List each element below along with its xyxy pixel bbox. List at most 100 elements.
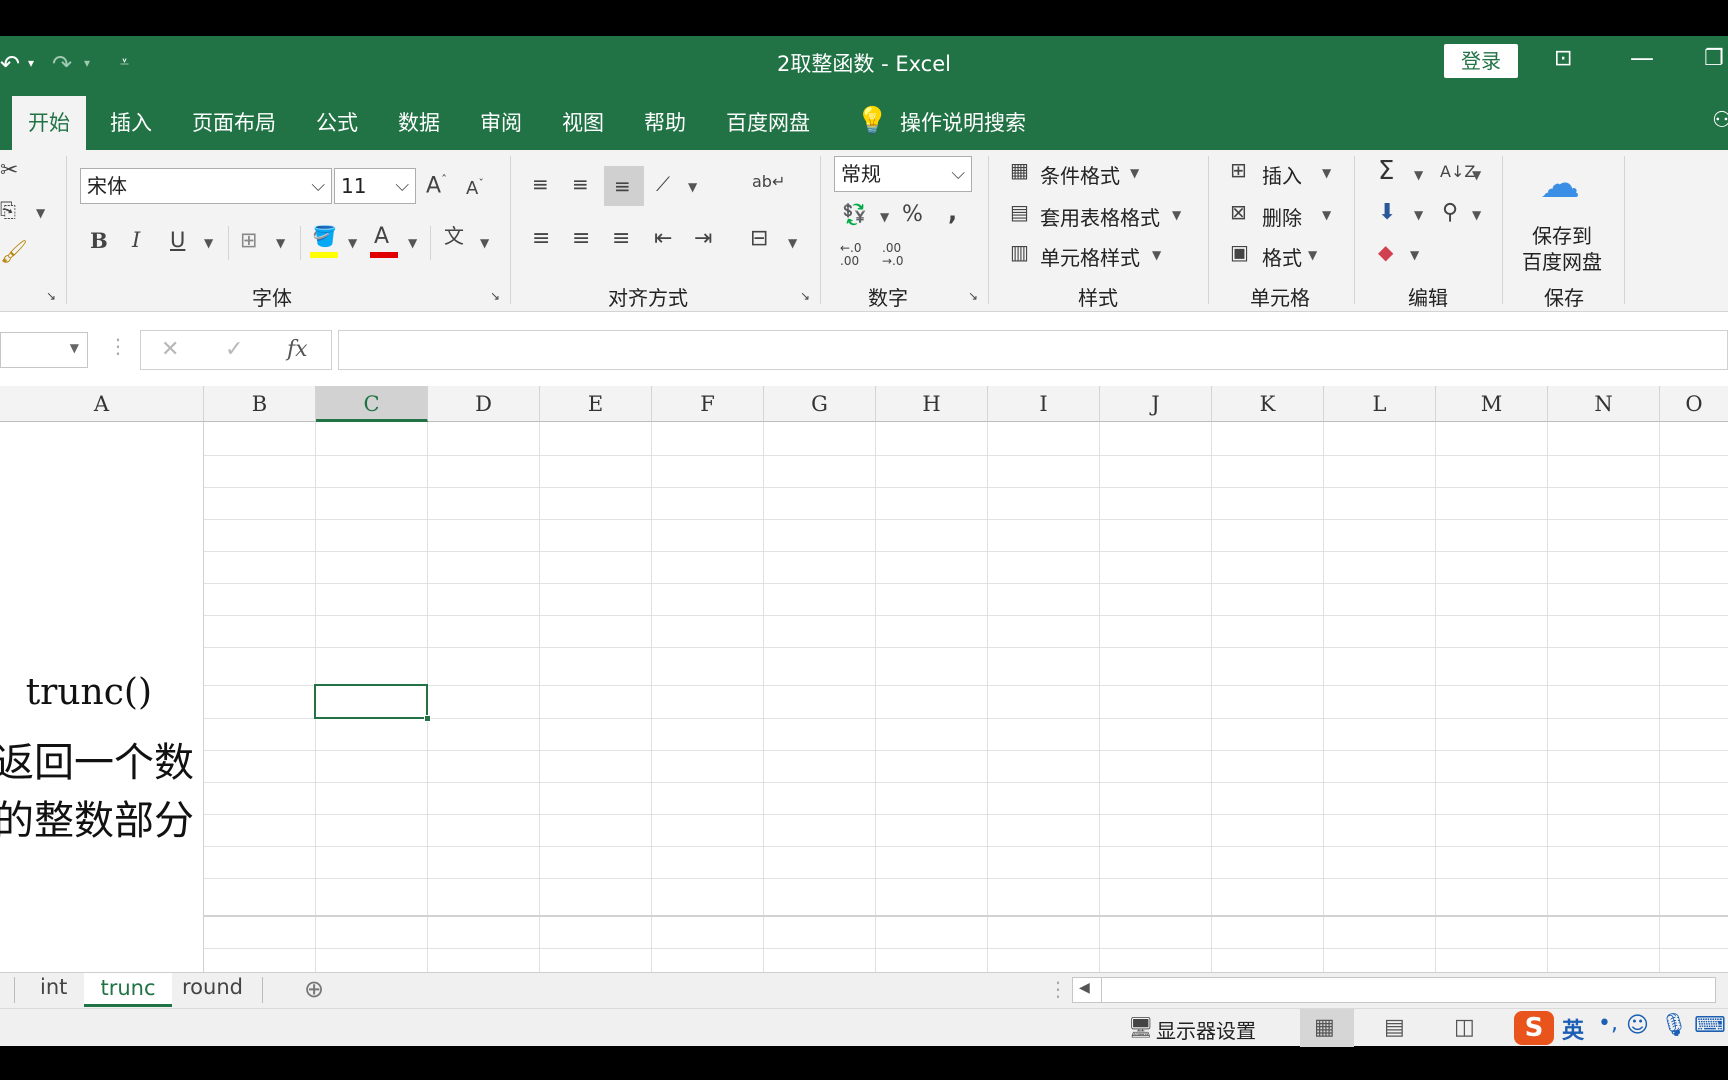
- accounting-dropdown-icon[interactable]: ▼: [880, 210, 889, 224]
- merged-cell-a-note[interactable]: trunc() 返回一个数 的整数部分: [0, 672, 196, 842]
- format-cells-button[interactable]: 格式: [1262, 242, 1302, 271]
- normal-view-button[interactable]: ▦: [1300, 1009, 1354, 1047]
- fill-color-icon[interactable]: 🪣: [312, 226, 337, 246]
- ribbon-display-icon[interactable]: ⊡: [1554, 46, 1572, 71]
- tab-data[interactable]: 数据: [398, 108, 440, 138]
- phonetic-guide-icon[interactable]: 文: [444, 226, 464, 246]
- tab-baidu-netdisk[interactable]: 百度网盘: [726, 108, 810, 138]
- tab-insert[interactable]: 插入: [110, 108, 152, 138]
- sogou-ime-icon[interactable]: S: [1514, 1011, 1554, 1045]
- bold-button[interactable]: B: [90, 230, 108, 251]
- borders-dropdown-icon[interactable]: ▼: [276, 236, 285, 250]
- column-header-j[interactable]: J: [1100, 386, 1212, 422]
- add-sheet-icon[interactable]: ⊕: [304, 975, 324, 1003]
- font-name-select[interactable]: 宋体 ⌵: [80, 168, 332, 204]
- decrease-decimal-button[interactable]: .00 →.0: [882, 242, 912, 268]
- column-header-c[interactable]: C: [316, 386, 428, 422]
- insert-dropdown-icon[interactable]: ▼: [1322, 166, 1331, 180]
- save-to-baidu-line2[interactable]: 百度网盘: [1522, 246, 1602, 275]
- sort-filter-icon[interactable]: A↓Z: [1440, 164, 1475, 180]
- percent-style-button[interactable]: %: [902, 204, 923, 226]
- table-format-dropdown-icon[interactable]: ▼: [1172, 208, 1181, 222]
- column-header-e[interactable]: E: [540, 386, 652, 422]
- column-header-h[interactable]: H: [876, 386, 988, 422]
- format-dropdown-icon[interactable]: ▼: [1308, 248, 1317, 262]
- cell-styles-button[interactable]: 单元格样式: [1040, 242, 1140, 271]
- copy-icon[interactable]: ⎘: [0, 200, 16, 220]
- delete-dropdown-icon[interactable]: ▼: [1322, 208, 1331, 222]
- column-header-g[interactable]: G: [764, 386, 876, 422]
- customize-qat-icon[interactable]: ⩡: [120, 52, 129, 72]
- align-right-icon[interactable]: ≡: [612, 228, 630, 250]
- insert-function-button[interactable]: fx: [287, 337, 308, 362]
- font-color-icon[interactable]: A: [374, 226, 389, 248]
- fill-dropdown-icon[interactable]: ▼: [1414, 208, 1423, 222]
- baidu-netdisk-icon[interactable]: ☁: [1540, 164, 1580, 204]
- copy-dropdown-icon[interactable]: ▼: [36, 206, 45, 220]
- borders-icon[interactable]: ⊞: [240, 230, 258, 251]
- page-layout-view-icon[interactable]: ▤: [1384, 1015, 1405, 1040]
- alignment-launcher-icon[interactable]: ↘: [800, 290, 810, 302]
- fill-color-dropdown-icon[interactable]: ▼: [348, 236, 357, 250]
- tab-page-layout[interactable]: 页面布局: [192, 108, 276, 138]
- decrease-indent-icon[interactable]: ⇤: [654, 228, 672, 250]
- column-header-o[interactable]: O: [1660, 386, 1728, 422]
- column-header-k[interactable]: K: [1212, 386, 1324, 422]
- minimize-icon[interactable]: —: [1630, 44, 1654, 72]
- name-box[interactable]: ▼: [0, 332, 88, 368]
- orientation-icon[interactable]: ⟋: [656, 174, 670, 194]
- sort-dropdown-icon[interactable]: ▼: [1472, 168, 1481, 182]
- font-launcher-icon[interactable]: ↘: [490, 290, 500, 302]
- column-header-i[interactable]: I: [988, 386, 1100, 422]
- number-format-select[interactable]: 常规 ⌵: [834, 156, 972, 192]
- undo-icon[interactable]: ↶: [0, 50, 20, 78]
- enter-icon[interactable]: ✓: [225, 337, 243, 362]
- accounting-format-icon[interactable]: 💱: [842, 204, 867, 224]
- sheet-tab-round[interactable]: round: [182, 975, 243, 999]
- column-header-f[interactable]: F: [652, 386, 764, 422]
- autosum-dropdown-icon[interactable]: ▼: [1414, 168, 1423, 182]
- column-header-l[interactable]: L: [1324, 386, 1436, 422]
- increase-decimal-button[interactable]: ←.0 .00: [840, 242, 870, 268]
- autosum-icon[interactable]: Σ: [1378, 158, 1394, 184]
- scroll-left-icon[interactable]: ◀: [1079, 980, 1090, 996]
- ime-language-toggle[interactable]: 英: [1562, 1013, 1584, 1045]
- cut-icon[interactable]: ✂: [0, 160, 18, 182]
- keyboard-icon[interactable]: ⌨: [1694, 1013, 1726, 1038]
- format-painter-icon[interactable]: 🖌: [0, 242, 28, 264]
- column-header-m[interactable]: M: [1436, 386, 1548, 422]
- align-top-icon[interactable]: ≡: [532, 174, 549, 194]
- horizontal-scrollbar[interactable]: ◀: [1072, 977, 1716, 1003]
- cancel-icon[interactable]: ✕: [161, 337, 179, 362]
- selected-cell[interactable]: [314, 684, 431, 722]
- clipboard-launcher-icon[interactable]: ↘: [46, 290, 56, 302]
- insert-cells-button[interactable]: 插入: [1262, 160, 1302, 189]
- find-dropdown-icon[interactable]: ▼: [1472, 208, 1481, 222]
- align-left-icon[interactable]: ≡: [532, 228, 550, 250]
- tab-help[interactable]: 帮助: [644, 108, 686, 138]
- share-user-icon[interactable]: ⚇: [1712, 108, 1728, 133]
- underline-button[interactable]: U: [170, 230, 185, 251]
- merge-dropdown-icon[interactable]: ▼: [788, 236, 797, 250]
- tab-review[interactable]: 审阅: [480, 108, 522, 138]
- phonetic-dropdown-icon[interactable]: ▼: [480, 236, 489, 250]
- column-header-d[interactable]: D: [428, 386, 540, 422]
- underline-dropdown-icon[interactable]: ▼: [204, 236, 213, 250]
- drag-handle-icon[interactable]: ⋮: [108, 334, 128, 358]
- sheet-tab-int[interactable]: int: [40, 975, 67, 999]
- display-settings-link[interactable]: 显示器设置: [1156, 1015, 1256, 1044]
- column-header-n[interactable]: N: [1548, 386, 1660, 422]
- increase-indent-icon[interactable]: ⇥: [694, 228, 712, 250]
- conditional-dropdown-icon[interactable]: ▼: [1130, 166, 1139, 180]
- orientation-dropdown-icon[interactable]: ▼: [688, 180, 697, 194]
- number-launcher-icon[interactable]: ↘: [968, 290, 978, 302]
- italic-button[interactable]: I: [132, 230, 140, 251]
- undo-dropdown-icon[interactable]: ▾: [28, 56, 34, 70]
- microphone-icon[interactable]: 🎙: [1660, 1013, 1688, 1038]
- merge-center-icon[interactable]: ⊟: [750, 228, 768, 250]
- restore-icon[interactable]: ❐: [1704, 46, 1724, 71]
- column-header-a[interactable]: A: [0, 386, 204, 422]
- find-select-icon[interactable]: ⚲: [1442, 202, 1458, 224]
- delete-cells-button[interactable]: 删除: [1262, 202, 1302, 231]
- login-button[interactable]: 登录: [1444, 44, 1518, 78]
